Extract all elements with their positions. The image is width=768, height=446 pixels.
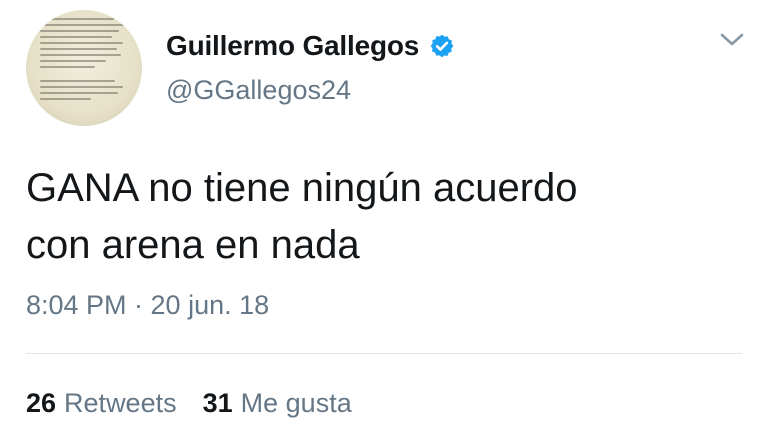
- tweet-stats: 26 Retweets 31 Me gusta: [26, 388, 352, 419]
- verified-badge-icon: [430, 34, 454, 58]
- tweet-text-line: GANA no tiene ningún acuerdo: [26, 166, 578, 210]
- tweet-text: GANA no tiene ningún acuerdo con arena e…: [26, 160, 726, 274]
- tweet-text-line: con arena en nada: [26, 223, 360, 267]
- author-row: Guillermo Gallegos: [166, 30, 455, 62]
- likes-count: 31: [202, 388, 233, 418]
- avatar-image-text: [40, 18, 132, 104]
- author-handle[interactable]: @GGallegos24: [166, 75, 351, 106]
- retweets-count: 26: [26, 388, 57, 418]
- divider: [26, 353, 742, 354]
- likes-stat[interactable]: 31 Me gusta: [203, 388, 352, 419]
- tweet-timestamp[interactable]: 8:04 PM · 20 jun. 18: [26, 290, 269, 321]
- retweets-label: Retweets: [64, 388, 177, 418]
- likes-label: Me gusta: [240, 388, 352, 418]
- avatar[interactable]: [26, 10, 142, 126]
- retweets-stat[interactable]: 26 Retweets: [26, 388, 177, 419]
- chevron-down-icon[interactable]: [718, 30, 746, 50]
- author-name[interactable]: Guillermo Gallegos: [166, 30, 419, 62]
